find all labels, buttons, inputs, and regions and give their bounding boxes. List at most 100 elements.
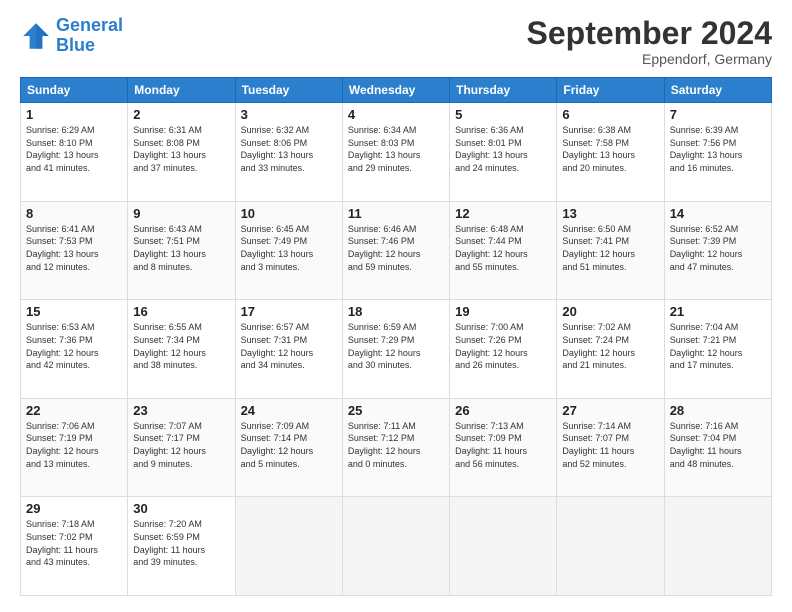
calendar-week-1: 1 Sunrise: 6:29 AMSunset: 8:10 PMDaylight… [21,103,772,202]
calendar-cell [342,497,449,596]
cell-content: Sunrise: 6:59 AMSunset: 7:29 PMDaylight:… [348,321,444,371]
calendar-week-5: 29 Sunrise: 7:18 AMSunset: 7:02 PMDayligh… [21,497,772,596]
calendar-cell: 24Sunrise: 7:09 AMSunset: 7:14 PMDayligh… [235,398,342,497]
cell-content: Sunrise: 7:06 AMSunset: 7:19 PMDaylight:… [26,420,122,470]
calendar-week-3: 15Sunrise: 6:53 AMSunset: 7:36 PMDayligh… [21,300,772,399]
calendar-cell: 10 Sunrise: 6:45 AMSunset: 7:49 PMDayligh… [235,201,342,300]
cell-content: Sunrise: 7:16 AMSunset: 7:04 PMDaylight:… [670,420,766,470]
calendar-cell: 7 Sunrise: 6:39 AMSunset: 7:56 PMDaylight… [664,103,771,202]
calendar-cell: 16Sunrise: 6:55 AMSunset: 7:34 PMDayligh… [128,300,235,399]
calendar-header-sunday: Sunday [21,78,128,103]
day-number: 18 [348,304,444,319]
logo-general: General [56,15,123,35]
cell-content: Sunrise: 7:09 AMSunset: 7:14 PMDaylight:… [241,420,337,470]
cell-content: Sunrise: 6:50 AMSunset: 7:41 PMDaylight:… [562,223,658,273]
calendar-header-thursday: Thursday [450,78,557,103]
cell-content: Sunrise: 7:14 AMSunset: 7:07 PMDaylight:… [562,420,658,470]
calendar-cell: 30 Sunrise: 7:20 AMSunset: 6:59 PMDayligh… [128,497,235,596]
day-number: 3 [241,107,337,122]
calendar-cell: 11 Sunrise: 6:46 AMSunset: 7:46 PMDayligh… [342,201,449,300]
calendar-cell: 20Sunrise: 7:02 AMSunset: 7:24 PMDayligh… [557,300,664,399]
day-number: 7 [670,107,766,122]
calendar-cell: 6Sunrise: 6:38 AMSunset: 7:58 PMDaylight… [557,103,664,202]
calendar-header-wednesday: Wednesday [342,78,449,103]
calendar-cell: 17 Sunrise: 6:57 AMSunset: 7:31 PMDayligh… [235,300,342,399]
day-number: 21 [670,304,766,319]
calendar-cell: 19 Sunrise: 7:00 AMSunset: 7:26 PMDayligh… [450,300,557,399]
calendar-cell: 14Sunrise: 6:52 AMSunset: 7:39 PMDayligh… [664,201,771,300]
title-block: September 2024 Eppendorf, Germany [527,16,772,67]
cell-content: Sunrise: 6:31 AMSunset: 8:08 PMDaylight:… [133,124,229,174]
day-number: 23 [133,403,229,418]
cell-content: Sunrise: 6:43 AMSunset: 7:51 PMDaylight:… [133,223,229,273]
calendar-cell: 8Sunrise: 6:41 AMSunset: 7:53 PMDaylight… [21,201,128,300]
page: General Blue September 2024 Eppendorf, G… [0,0,792,612]
cell-content: Sunrise: 6:48 AMSunset: 7:44 PMDaylight:… [455,223,551,273]
calendar-header-saturday: Saturday [664,78,771,103]
cell-content: Sunrise: 6:41 AMSunset: 7:53 PMDaylight:… [26,223,122,273]
cell-content: Sunrise: 6:39 AMSunset: 7:56 PMDaylight:… [670,124,766,174]
calendar-cell: 29 Sunrise: 7:18 AMSunset: 7:02 PMDayligh… [21,497,128,596]
day-number: 17 [241,304,337,319]
calendar-cell: 21 Sunrise: 7:04 AMSunset: 7:21 PMDayligh… [664,300,771,399]
cell-content: Sunrise: 6:36 AMSunset: 8:01 PMDaylight:… [455,124,551,174]
day-number: 13 [562,206,658,221]
cell-content: Sunrise: 6:34 AMSunset: 8:03 PMDaylight:… [348,124,444,174]
calendar-cell: 18 Sunrise: 6:59 AMSunset: 7:29 PMDayligh… [342,300,449,399]
day-number: 19 [455,304,551,319]
calendar-cell: 12Sunrise: 6:48 AMSunset: 7:44 PMDayligh… [450,201,557,300]
day-number: 2 [133,107,229,122]
calendar-week-4: 22 Sunrise: 7:06 AMSunset: 7:19 PMDayligh… [21,398,772,497]
calendar-header-row: SundayMondayTuesdayWednesdayThursdayFrid… [21,78,772,103]
logo-icon [20,20,52,52]
cell-content: Sunrise: 6:29 AMSunset: 8:10 PMDaylight:… [26,124,122,174]
day-number: 1 [26,107,122,122]
cell-content: Sunrise: 7:20 AMSunset: 6:59 PMDaylight:… [133,518,229,568]
cell-content: Sunrise: 6:57 AMSunset: 7:31 PMDaylight:… [241,321,337,371]
cell-content: Sunrise: 7:18 AMSunset: 7:02 PMDaylight:… [26,518,122,568]
calendar-cell: 5 Sunrise: 6:36 AMSunset: 8:01 PMDaylight… [450,103,557,202]
calendar-cell: 28 Sunrise: 7:16 AMSunset: 7:04 PMDayligh… [664,398,771,497]
day-number: 20 [562,304,658,319]
header: General Blue September 2024 Eppendorf, G… [20,16,772,67]
main-title: September 2024 [527,16,772,51]
calendar-cell [450,497,557,596]
cell-content: Sunrise: 7:07 AMSunset: 7:17 PMDaylight:… [133,420,229,470]
day-number: 11 [348,206,444,221]
calendar-cell: 13 Sunrise: 6:50 AMSunset: 7:41 PMDayligh… [557,201,664,300]
day-number: 16 [133,304,229,319]
day-number: 28 [670,403,766,418]
calendar-cell: 26Sunrise: 7:13 AMSunset: 7:09 PMDayligh… [450,398,557,497]
day-number: 27 [562,403,658,418]
calendar-cell: 4Sunrise: 6:34 AMSunset: 8:03 PMDaylight… [342,103,449,202]
day-number: 9 [133,206,229,221]
cell-content: Sunrise: 6:46 AMSunset: 7:46 PMDaylight:… [348,223,444,273]
cell-content: Sunrise: 6:32 AMSunset: 8:06 PMDaylight:… [241,124,337,174]
calendar-cell: 9 Sunrise: 6:43 AMSunset: 7:51 PMDaylight… [128,201,235,300]
day-number: 5 [455,107,551,122]
day-number: 29 [26,501,122,516]
calendar-header-tuesday: Tuesday [235,78,342,103]
day-number: 10 [241,206,337,221]
calendar-table: SundayMondayTuesdayWednesdayThursdayFrid… [20,77,772,596]
calendar-header-monday: Monday [128,78,235,103]
calendar-cell: 3 Sunrise: 6:32 AMSunset: 8:06 PMDaylight… [235,103,342,202]
cell-content: Sunrise: 6:52 AMSunset: 7:39 PMDaylight:… [670,223,766,273]
calendar-cell: 23 Sunrise: 7:07 AMSunset: 7:17 PMDayligh… [128,398,235,497]
calendar-cell: 2 Sunrise: 6:31 AMSunset: 8:08 PMDaylight… [128,103,235,202]
calendar-cell: 25Sunrise: 7:11 AMSunset: 7:12 PMDayligh… [342,398,449,497]
day-number: 15 [26,304,122,319]
cell-content: Sunrise: 6:45 AMSunset: 7:49 PMDaylight:… [241,223,337,273]
calendar-cell: 15Sunrise: 6:53 AMSunset: 7:36 PMDayligh… [21,300,128,399]
cell-content: Sunrise: 7:04 AMSunset: 7:21 PMDaylight:… [670,321,766,371]
calendar-header-friday: Friday [557,78,664,103]
cell-content: Sunrise: 7:00 AMSunset: 7:26 PMDaylight:… [455,321,551,371]
logo-text: General Blue [56,16,123,56]
subtitle: Eppendorf, Germany [527,51,772,67]
calendar-cell: 27 Sunrise: 7:14 AMSunset: 7:07 PMDayligh… [557,398,664,497]
day-number: 30 [133,501,229,516]
calendar-cell: 1 Sunrise: 6:29 AMSunset: 8:10 PMDaylight… [21,103,128,202]
day-number: 22 [26,403,122,418]
cell-content: Sunrise: 7:13 AMSunset: 7:09 PMDaylight:… [455,420,551,470]
day-number: 6 [562,107,658,122]
